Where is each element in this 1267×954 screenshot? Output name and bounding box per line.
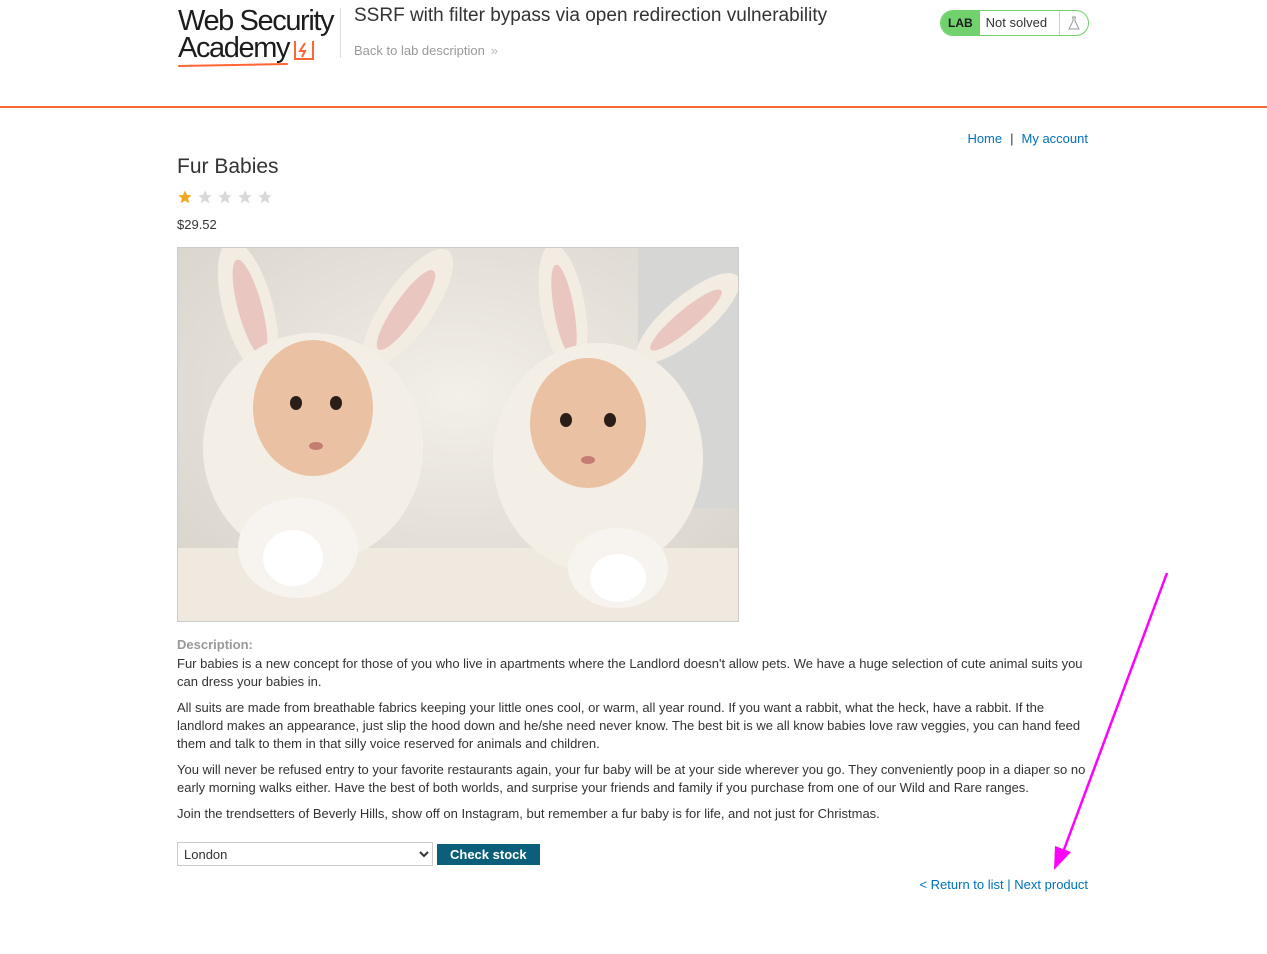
- star-icon: [178, 190, 192, 204]
- store-select[interactable]: London: [177, 842, 433, 866]
- product-navigation: < Return to list | Next product: [919, 877, 1088, 892]
- header-divider: [340, 8, 341, 58]
- description-label: Description:: [177, 637, 253, 652]
- logo-line2: Academy: [178, 32, 290, 64]
- next-product-link[interactable]: Next product: [1014, 877, 1088, 892]
- star-icon: [218, 190, 232, 204]
- product-rating: [177, 189, 273, 205]
- bottom-separator: |: [1007, 877, 1011, 892]
- logo-line1: Web Security: [178, 5, 335, 37]
- web-security-academy-logo[interactable]: Web Security Academy: [177, 5, 338, 68]
- star-icon: [238, 190, 252, 204]
- description-paragraph: You will never be refused entry to your …: [177, 762, 1086, 795]
- back-link-label: Back to lab description: [354, 43, 485, 58]
- star-icon: [198, 190, 212, 204]
- top-navigation: Home | My account: [967, 131, 1088, 146]
- my-account-link[interactable]: My account: [1022, 131, 1088, 146]
- home-link[interactable]: Home: [967, 131, 1002, 146]
- flask-icon[interactable]: [1060, 11, 1088, 35]
- product-price: $29.52: [177, 217, 217, 232]
- return-to-list-link[interactable]: < Return to list: [919, 877, 1003, 892]
- product-description: Fur babies is a new concept for those of…: [177, 655, 1089, 831]
- description-paragraph: Fur babies is a new concept for those of…: [177, 656, 1083, 689]
- lab-status-text: Not solved: [980, 11, 1061, 35]
- back-to-lab-description-link[interactable]: Back to lab description »: [354, 43, 498, 58]
- stock-check-form: London Check stock: [177, 842, 540, 866]
- star-icon: [258, 190, 272, 204]
- check-stock-button[interactable]: Check stock: [437, 843, 540, 865]
- lab-status-widget: LAB Not solved: [940, 10, 1090, 36]
- site-header: Web Security Academy SSRF with filter by…: [0, 0, 1267, 108]
- description-paragraph: All suits are made from breathable fabri…: [177, 700, 1081, 751]
- product-title: Fur Babies: [177, 155, 279, 178]
- product-image: [177, 247, 739, 622]
- lab-badge: LAB: [941, 11, 980, 35]
- nav-separator: |: [1010, 131, 1014, 146]
- logo-flash-icon: [294, 40, 315, 60]
- lab-title: SSRF with filter bypass via open redirec…: [354, 5, 828, 26]
- chevron-right-icon: »: [490, 43, 499, 58]
- description-paragraph: Join the trendsetters of Beverly Hills, …: [177, 806, 880, 821]
